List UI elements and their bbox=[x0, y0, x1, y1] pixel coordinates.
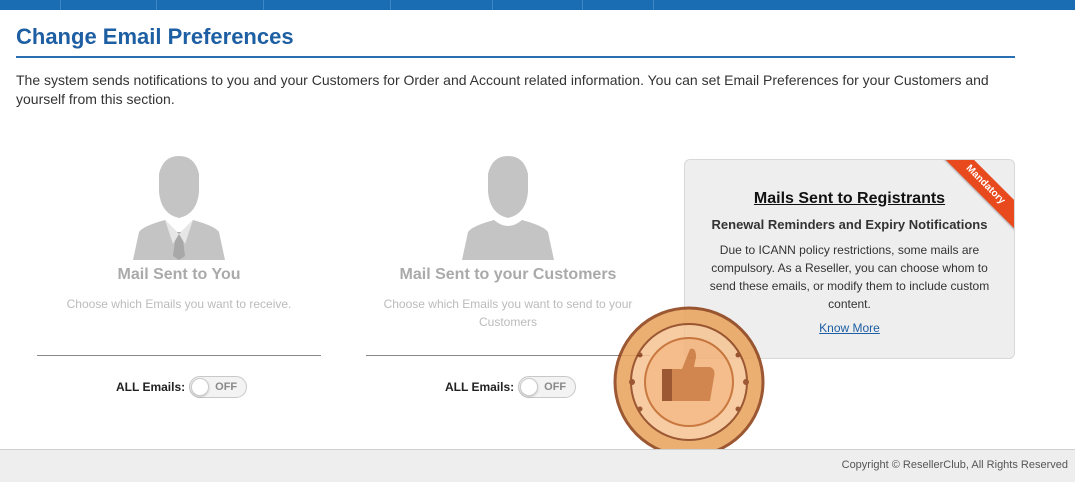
title-divider bbox=[16, 56, 1015, 58]
user-icon bbox=[462, 156, 554, 260]
panel-mail-to-you: Mail Sent to You Choose which Emails you… bbox=[37, 152, 321, 313]
card-title[interactable]: Mails Sent to Registrants bbox=[685, 190, 1014, 208]
nav-separator bbox=[60, 0, 61, 10]
know-more-link[interactable]: Know More bbox=[819, 321, 880, 335]
all-emails-label: ALL Emails: bbox=[445, 380, 515, 394]
panel-divider bbox=[37, 355, 321, 356]
panel-description: Choose which Emails you want to receive. bbox=[66, 297, 292, 311]
footer: Copyright © ResellerClub, All Rights Res… bbox=[0, 449, 1075, 482]
toggle-knob[interactable] bbox=[191, 378, 210, 396]
panel-mail-to-customers: Mail Sent to your Customers Choose which… bbox=[366, 152, 650, 331]
intro-text: The system sends notifications to you an… bbox=[16, 72, 989, 107]
panel-divider bbox=[366, 355, 650, 356]
nav-separator bbox=[263, 0, 264, 10]
panel-description: Choose which Emails you want to send to … bbox=[383, 297, 633, 329]
top-nav-bar bbox=[0, 0, 1075, 10]
nav-separator bbox=[653, 0, 654, 10]
toggle-row-you: ALL Emails: OFF bbox=[116, 376, 248, 398]
page-title: Change Email Preferences bbox=[16, 24, 294, 49]
card-body: Due to ICANN policy restrictions, some m… bbox=[709, 243, 990, 311]
user-tie-icon bbox=[133, 156, 225, 260]
card-subtitle: Renewal Reminders and Expiry Notificatio… bbox=[711, 217, 988, 232]
toggle-state: OFF bbox=[215, 381, 238, 393]
nav-separator bbox=[582, 0, 583, 10]
toggle-knob[interactable] bbox=[520, 378, 539, 396]
nav-separator bbox=[492, 0, 493, 10]
nav-separator bbox=[156, 0, 157, 10]
all-emails-customers-toggle[interactable]: OFF bbox=[518, 376, 577, 398]
all-emails-label: ALL Emails: bbox=[116, 380, 186, 394]
panel-title: Mail Sent to your Customers bbox=[399, 266, 617, 283]
watermark-logo bbox=[613, 306, 765, 458]
toggle-row-customers: ALL Emails: OFF bbox=[445, 376, 577, 398]
copyright-text: Copyright © ResellerClub, All Rights Res… bbox=[841, 459, 1068, 471]
panel-title: Mail Sent to You bbox=[117, 266, 241, 283]
all-emails-you-toggle[interactable]: OFF bbox=[189, 376, 248, 398]
nav-separator bbox=[390, 0, 391, 10]
toggle-state: OFF bbox=[544, 381, 567, 393]
